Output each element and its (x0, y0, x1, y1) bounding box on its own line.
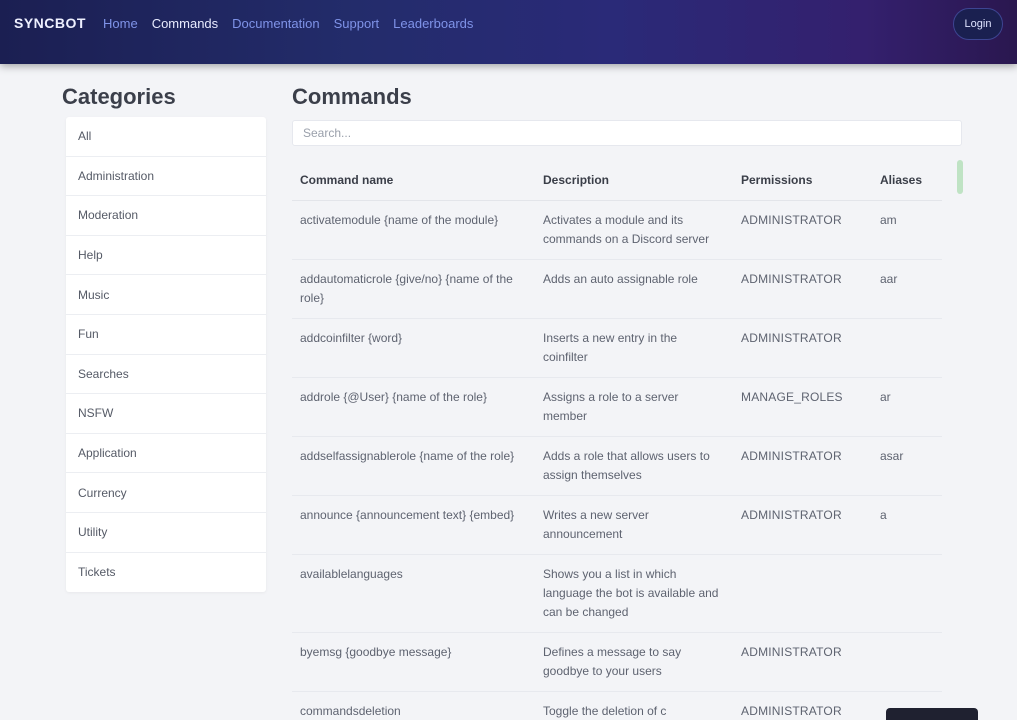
command-permissions-cell: ADMINISTRATOR (733, 691, 872, 720)
category-item-music[interactable]: Music (66, 275, 266, 315)
command-aliases-cell: am (872, 200, 942, 260)
command-description-cell: Writes a new server announcement (535, 495, 733, 555)
command-permissions-cell (733, 554, 872, 633)
category-item-all[interactable]: All (66, 117, 266, 157)
top-navbar: SYNCBOT Home Commands Documentation Supp… (0, 0, 1017, 64)
table-row[interactable]: addrole {@User} {name of the role} Assig… (292, 377, 942, 437)
commands-heading: Commands (292, 84, 412, 109)
column-header-aliases[interactable]: Aliases (872, 160, 942, 201)
command-description-cell: Adds a role that allows users to assign … (535, 436, 733, 496)
categories-heading: Categories (62, 84, 176, 109)
nav-commands-link[interactable]: Commands (152, 16, 218, 31)
nav-documentation-link[interactable]: Documentation (232, 16, 319, 31)
category-item-help[interactable]: Help (66, 236, 266, 276)
command-description-cell: Shows you a list in which language the b… (535, 554, 733, 633)
command-description-cell: Assigns a role to a server member (535, 377, 733, 437)
command-permissions-cell: ADMINISTRATOR (733, 495, 872, 555)
commands-table: Command name Description Permissions Ali… (292, 160, 942, 720)
command-name-cell: availablelanguages (292, 554, 535, 633)
category-item-nsfw[interactable]: NSFW (66, 394, 266, 434)
command-name-cell: addcoinfilter {word} (292, 318, 535, 378)
nav-home-link[interactable]: Home (103, 16, 138, 31)
command-description-cell: Defines a message to say goodbye to your… (535, 632, 733, 692)
table-row[interactable]: commandsdeletion Toggle the deletion of … (292, 691, 942, 720)
column-header-command-name[interactable]: Command name (292, 160, 535, 201)
table-row[interactable]: addcoinfilter {word} Inserts a new entry… (292, 318, 942, 378)
column-header-description[interactable]: Description (535, 160, 733, 201)
scroll-indicator[interactable] (957, 160, 963, 194)
category-item-fun[interactable]: Fun (66, 315, 266, 355)
floating-dark-button[interactable] (886, 708, 978, 720)
command-permissions-cell: ADMINISTRATOR (733, 259, 872, 319)
command-permissions-cell: ADMINISTRATOR (733, 632, 872, 692)
table-row[interactable]: availablelanguages Shows you a list in w… (292, 554, 942, 633)
command-name-cell: commandsdeletion (292, 691, 535, 720)
nav-leaderboards-link[interactable]: Leaderboards (393, 16, 473, 31)
command-aliases-cell (872, 318, 942, 378)
category-item-administration[interactable]: Administration (66, 157, 266, 197)
category-item-moderation[interactable]: Moderation (66, 196, 266, 236)
command-permissions-cell: ADMINISTRATOR (733, 318, 872, 378)
category-list: All Administration Moderation Help Music… (66, 117, 266, 593)
command-permissions-cell: MANAGE_ROLES (733, 377, 872, 437)
command-permissions-cell: ADMINISTRATOR (733, 436, 872, 496)
command-aliases-cell: aar (872, 259, 942, 319)
command-name-cell: addautomaticrole {give/no} {name of the … (292, 259, 535, 319)
command-description-cell: Activates a module and its commands on a… (535, 200, 733, 260)
table-row[interactable]: addselfassignablerole {name of the role}… (292, 436, 942, 496)
command-name-cell: addrole {@User} {name of the role} (292, 377, 535, 437)
command-description-cell: Toggle the deletion of c (535, 691, 733, 720)
command-aliases-cell: asar (872, 436, 942, 496)
category-item-application[interactable]: Application (66, 434, 266, 474)
table-row[interactable]: announce {announcement text} {embed} Wri… (292, 495, 942, 555)
brand-logo[interactable]: SYNCBOT (14, 15, 86, 31)
command-aliases-cell: a (872, 495, 942, 555)
command-aliases-cell (872, 632, 942, 692)
command-name-cell: activatemodule {name of the module} (292, 200, 535, 260)
category-item-utility[interactable]: Utility (66, 513, 266, 553)
category-item-currency[interactable]: Currency (66, 473, 266, 513)
category-item-tickets[interactable]: Tickets (66, 553, 266, 593)
command-name-cell: announce {announcement text} {embed} (292, 495, 535, 555)
table-row[interactable]: activatemodule {name of the module} Acti… (292, 200, 942, 260)
table-header-row: Command name Description Permissions Ali… (292, 160, 942, 201)
command-name-cell: byemsg {goodbye message} (292, 632, 535, 692)
login-button[interactable]: Login (953, 8, 1003, 40)
command-description-cell: Adds an auto assignable role (535, 259, 733, 319)
category-item-searches[interactable]: Searches (66, 355, 266, 395)
command-name-cell: addselfassignablerole {name of the role} (292, 436, 535, 496)
table-row[interactable]: byemsg {goodbye message} Defines a messa… (292, 632, 942, 692)
column-header-permissions[interactable]: Permissions (733, 160, 872, 201)
command-aliases-cell (872, 554, 942, 633)
command-description-cell: Inserts a new entry in the coinfilter (535, 318, 733, 378)
main-nav: Home Commands Documentation Support Lead… (103, 16, 473, 31)
search-input[interactable] (292, 120, 962, 146)
command-permissions-cell: ADMINISTRATOR (733, 200, 872, 260)
command-aliases-cell: ar (872, 377, 942, 437)
nav-support-link[interactable]: Support (334, 16, 380, 31)
table-row[interactable]: addautomaticrole {give/no} {name of the … (292, 259, 942, 319)
